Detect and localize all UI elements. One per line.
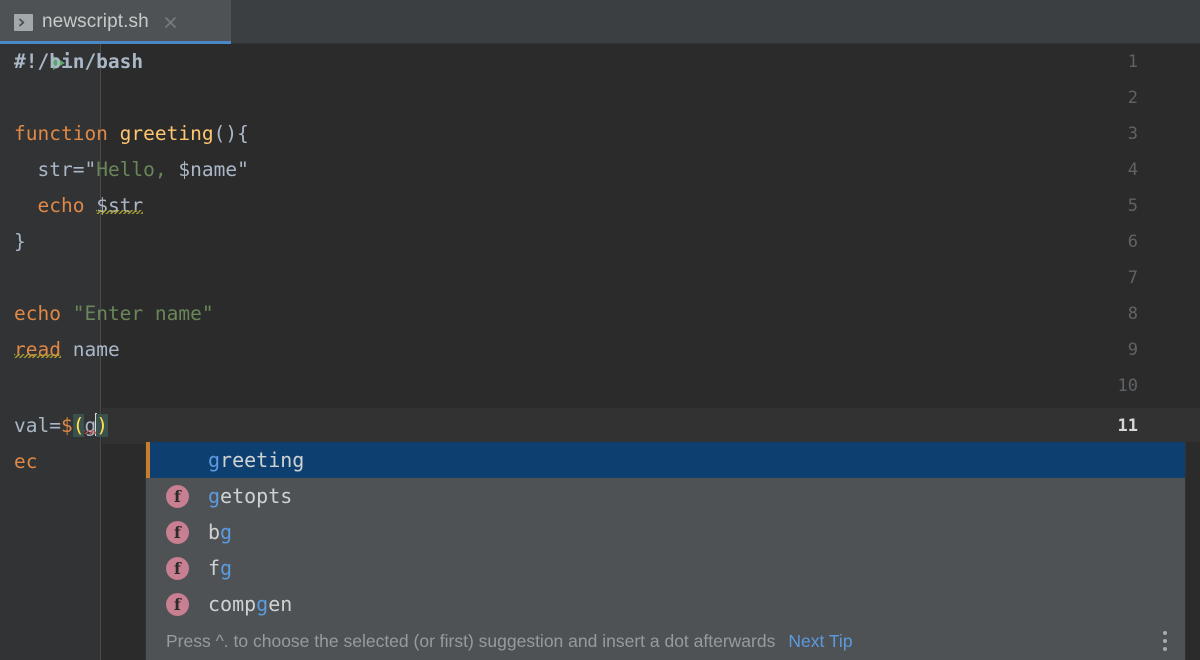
completion-item-label: greeting xyxy=(208,448,304,472)
token-matched-paren-close: ) xyxy=(96,414,108,437)
completion-item-bg[interactable]: f bg xyxy=(146,514,1185,550)
token-keyword-echo: echo xyxy=(37,194,84,217)
hint-text: Press ^. to choose the selected (or firs… xyxy=(166,631,775,652)
completion-match-highlight: g xyxy=(208,448,220,472)
token-indent xyxy=(14,158,37,181)
tab-title: newscript.sh xyxy=(42,11,149,33)
kebab-menu-icon[interactable] xyxy=(1163,631,1167,651)
completion-item-label: compgen xyxy=(208,592,292,616)
line-number: 8 xyxy=(1037,296,1138,332)
code-line-6: } xyxy=(14,224,26,260)
token-variable-name: $name xyxy=(178,158,237,181)
completion-match-highlight: g xyxy=(256,592,268,616)
token-assignment-val: val= xyxy=(14,414,61,437)
completion-label-suffix: etopts xyxy=(220,484,292,508)
line-number: 1 xyxy=(1037,44,1138,80)
completion-item-getopts[interactable]: f getopts xyxy=(146,478,1185,514)
token-assignment: str= xyxy=(37,158,84,181)
token-argument-name: name xyxy=(73,338,120,361)
code-line-11: val=$(g) xyxy=(14,408,108,444)
code-line-3: function greeting(){ xyxy=(14,116,249,152)
completion-match-highlight: g xyxy=(208,484,220,508)
token-dollar: $ xyxy=(61,414,73,437)
completion-label-suffix: en xyxy=(268,592,292,616)
completion-label-suffix: reeting xyxy=(220,448,304,472)
token-space xyxy=(61,302,73,325)
token-matched-paren-open: ( xyxy=(73,414,85,437)
next-tip-link[interactable]: Next Tip xyxy=(788,631,852,652)
line-number: 6 xyxy=(1037,224,1138,260)
completion-label-prefix: f xyxy=(208,556,220,580)
code-line-1: #!/bin/bash xyxy=(14,44,143,80)
close-icon[interactable] xyxy=(162,13,180,31)
line-number: 3 xyxy=(1037,116,1138,152)
ide-window: newscript.sh 1 2 3 4 5 6 7 8 9 10 11 12 … xyxy=(0,0,1200,660)
current-line-highlight xyxy=(0,408,1200,444)
token-braces: (){ xyxy=(214,122,249,145)
tab-newscript-sh[interactable]: newscript.sh xyxy=(0,0,231,44)
completion-label-prefix: b xyxy=(208,520,220,544)
line-number: 5 xyxy=(1037,188,1138,224)
token-space xyxy=(61,338,73,361)
line-number: 2 xyxy=(1037,80,1138,116)
token-indent xyxy=(14,194,37,217)
token-space xyxy=(108,122,120,145)
token-typed-prefix: g xyxy=(84,414,96,437)
completion-label-prefix: comp xyxy=(208,592,256,616)
code-line-12: ec xyxy=(14,444,37,480)
completion-hint-bar: Press ^. to choose the selected (or firs… xyxy=(146,622,1185,660)
token-string: Hello, xyxy=(96,158,178,181)
token-close-brace: } xyxy=(14,230,26,253)
completion-item-label: fg xyxy=(208,556,232,580)
popup-right-gap xyxy=(1185,442,1200,660)
code-line-4: str="Hello, $name" xyxy=(14,152,249,188)
token-variable-str-warning: $str xyxy=(96,194,143,217)
completion-match-highlight: g xyxy=(220,556,232,580)
code-line-8: echo "Enter name" xyxy=(14,296,214,332)
token-function-name: greeting xyxy=(120,122,214,145)
line-number: 10 xyxy=(1037,368,1138,404)
completion-item-fg[interactable]: f fg xyxy=(146,550,1185,586)
function-icon: f xyxy=(166,557,189,580)
completion-item-compgen[interactable]: f compgen xyxy=(146,586,1185,622)
completion-match-highlight: g xyxy=(220,520,232,544)
line-number-active: 11 xyxy=(1037,408,1138,444)
token-string: "Enter name" xyxy=(73,302,214,325)
tab-bar-empty-area xyxy=(231,0,1200,44)
code-line-9: read name xyxy=(14,332,120,368)
code-line-5: echo $str xyxy=(14,188,143,224)
line-number: 9 xyxy=(1037,332,1138,368)
line-number: 7 xyxy=(1037,260,1138,296)
completion-item-label: bg xyxy=(208,520,232,544)
token-shebang: #!/bin/bash xyxy=(14,50,143,73)
token-quote-open: " xyxy=(84,158,96,181)
token-keyword-function: function xyxy=(14,122,108,145)
token-space xyxy=(84,194,96,217)
completion-item-label: getopts xyxy=(208,484,292,508)
token-quote-close: " xyxy=(237,158,249,181)
token-keyword-echo: echo xyxy=(14,302,61,325)
function-icon: f xyxy=(166,485,189,508)
code-completion-popup[interactable]: f greeting f getopts f bg f fg f compgen… xyxy=(146,442,1185,660)
token-keyword-read-warning: read xyxy=(14,338,61,361)
function-icon: f xyxy=(166,593,189,616)
shell-script-icon xyxy=(14,14,33,31)
editor-tab-bar: newscript.sh xyxy=(0,0,1200,44)
function-icon: f xyxy=(166,521,189,544)
completion-item-greeting[interactable]: f greeting xyxy=(146,442,1185,478)
token-keyword-echo-partial: ec xyxy=(14,450,37,473)
line-number: 4 xyxy=(1037,152,1138,188)
